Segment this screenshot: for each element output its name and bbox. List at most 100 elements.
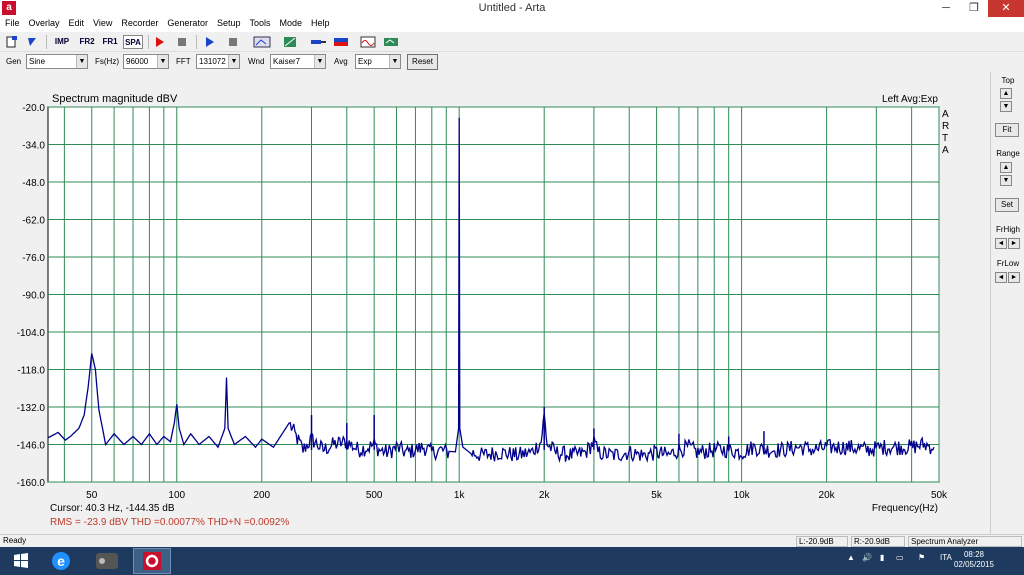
chevron-down-icon: ▼	[76, 55, 87, 68]
window-select[interactable]: Kaiser7 ▼	[270, 54, 326, 69]
tray-up-arrow-icon[interactable]: ▲	[847, 553, 855, 562]
generator-controls: Gen Sine ▼ Fs(Hz) 96000 ▼ FFT 131072 ▼ Wnd …	[0, 52, 1024, 72]
y-tick-label: -76.0	[22, 253, 45, 264]
x-tick-label: 20k	[819, 490, 836, 501]
window-title: Untitled - Arta	[478, 2, 546, 14]
svg-text:A: A	[942, 109, 949, 120]
cursor-readout: Cursor: 40.3 Hz, -144.35 dB	[50, 503, 175, 514]
x-axis-label: Frequency(Hz)	[872, 503, 938, 514]
status-text: Ready	[3, 536, 27, 545]
arta-app-icon	[143, 552, 161, 570]
chevron-down-icon: ▼	[314, 55, 325, 68]
range-label: Range	[996, 149, 1020, 158]
probe-icon[interactable]	[309, 35, 327, 49]
internet-explorer-icon[interactable]: e	[42, 548, 80, 574]
right-level: R:-20.9dB	[851, 536, 905, 547]
fft-size-select[interactable]: 131072 ▼	[196, 54, 240, 69]
spa-mode-button[interactable]: SPA	[123, 35, 143, 49]
averaging-label: Avg	[334, 57, 348, 66]
print-icon[interactable]	[383, 35, 399, 49]
menu-file[interactable]: File	[0, 17, 24, 28]
volume-icon[interactable]: 🔊	[862, 553, 872, 562]
overlay-icon[interactable]	[360, 35, 376, 49]
svg-text:T: T	[942, 133, 948, 144]
scale-icon[interactable]	[283, 35, 297, 49]
y-tick-label: -34.0	[22, 141, 45, 152]
chevron-down-icon: ▼	[157, 55, 168, 68]
y-tick-label: -132.0	[17, 403, 46, 414]
measurement-readout: RMS = -23.9 dBV THD =0.00077% THD+N =0.0…	[50, 517, 289, 528]
y-tick-labels: -20.0 -34.0 -48.0 -62.0 -76.0 -90.0 -104.0 -118…	[17, 103, 46, 489]
mode-indicator: Spectrum Analyzer	[908, 536, 1022, 547]
range-down-button[interactable]: ▼	[1000, 175, 1012, 186]
menu-recorder[interactable]: Recorder	[116, 17, 162, 28]
toolbar: IMP FR2 FR1 SPA	[0, 32, 1024, 52]
close-button[interactable]: ✕	[988, 0, 1024, 17]
arta-tool-icon[interactable]	[88, 548, 126, 574]
frhigh-left-button[interactable]: ◄	[995, 238, 1007, 249]
y-tick-label: -48.0	[22, 178, 45, 189]
fs-label: Fs(Hz)	[95, 57, 119, 66]
record-stop-icon[interactable]	[176, 35, 188, 49]
imp-mode-button[interactable]: IMP	[52, 35, 72, 49]
stop-icon[interactable]	[227, 35, 239, 49]
reset-button[interactable]: Reset	[407, 54, 438, 70]
fft-label: FFT	[176, 57, 191, 66]
x-tick-label: 500	[366, 490, 383, 501]
play-icon[interactable]	[204, 35, 216, 49]
top-up-button[interactable]: ▲	[1000, 88, 1012, 99]
gen-label: Gen	[6, 57, 22, 66]
frlow-right-button[interactable]: ►	[1008, 272, 1020, 283]
frhigh-right-button[interactable]: ►	[1008, 238, 1020, 249]
x-tick-labels: 50 100 200 500 1k 2k 5k 10k 20k 50k	[86, 490, 948, 501]
sample-rate-select[interactable]: 96000 ▼	[123, 54, 169, 69]
left-level: L:-20.9dB	[796, 536, 848, 547]
minimize-button[interactable]: ─	[932, 0, 960, 17]
spectrum-chart[interactable]: -20.0 -34.0 -48.0 -62.0 -76.0 -90.0 -104.0 -118…	[0, 72, 990, 534]
arta-watermark: A R T A	[942, 109, 949, 156]
chart-title: Spectrum magnitude dBV	[52, 93, 178, 105]
clock[interactable]: 08:28 02/05/2015	[954, 550, 994, 570]
y-tick-label: -20.0	[22, 103, 45, 114]
flag-icon[interactable]: ⚑	[918, 553, 925, 562]
range-up-button[interactable]: ▲	[1000, 162, 1012, 173]
arta-taskbar-button[interactable]	[133, 548, 171, 574]
menu-help[interactable]: Help	[306, 17, 334, 28]
generator-select[interactable]: Sine ▼	[26, 54, 88, 69]
x-tick-label: 50	[86, 490, 98, 501]
language-indicator[interactable]: ITA	[940, 553, 952, 562]
fr1-mode-button[interactable]: FR1	[100, 35, 120, 49]
menu-tools[interactable]: Tools	[244, 17, 274, 28]
new-file-icon[interactable]	[6, 35, 18, 49]
clock-time: 08:28	[963, 550, 984, 559]
measure-icon[interactable]	[253, 35, 271, 49]
x-tick-label: 10k	[734, 490, 751, 501]
maximize-button[interactable]: ❐	[960, 0, 988, 17]
set-button[interactable]: Set	[995, 198, 1019, 212]
menu-generator[interactable]: Generator	[162, 17, 212, 28]
y-tick-label: -118.0	[17, 366, 45, 377]
menu-view[interactable]: View	[88, 17, 116, 28]
fit-button[interactable]: Fit	[995, 123, 1019, 137]
svg-text:R: R	[942, 121, 949, 132]
open-file-icon[interactable]	[26, 35, 38, 49]
y-tick-label: -90.0	[22, 291, 45, 302]
network-icon[interactable]: ▮	[880, 553, 884, 562]
title-bar: a Untitled - Arta ─ ❐ ✕	[0, 0, 1024, 17]
menu-bar: File Overlay Edit View Recorder Generator Setu…	[0, 17, 1024, 32]
menu-setup[interactable]: Setup	[212, 17, 245, 28]
fr2-mode-button[interactable]: FR2	[77, 35, 97, 49]
top-down-button[interactable]: ▼	[1000, 101, 1012, 112]
clock-date: 02/05/2015	[953, 560, 994, 569]
frlow-left-button[interactable]: ◄	[995, 272, 1007, 283]
menu-edit[interactable]: Edit	[64, 17, 89, 28]
menu-overlay[interactable]: Overlay	[24, 17, 64, 28]
battery-icon[interactable]: ▭	[896, 553, 904, 562]
averaging-select[interactable]: Exp ▼	[355, 54, 401, 69]
record-play-icon[interactable]	[154, 35, 166, 49]
windows-start-icon[interactable]	[2, 548, 40, 574]
x-tick-label: 100	[168, 490, 185, 501]
color-icon[interactable]	[333, 35, 349, 49]
menu-mode[interactable]: Mode	[275, 17, 307, 28]
channel-average-label: Left Avg:Exp	[882, 94, 938, 105]
